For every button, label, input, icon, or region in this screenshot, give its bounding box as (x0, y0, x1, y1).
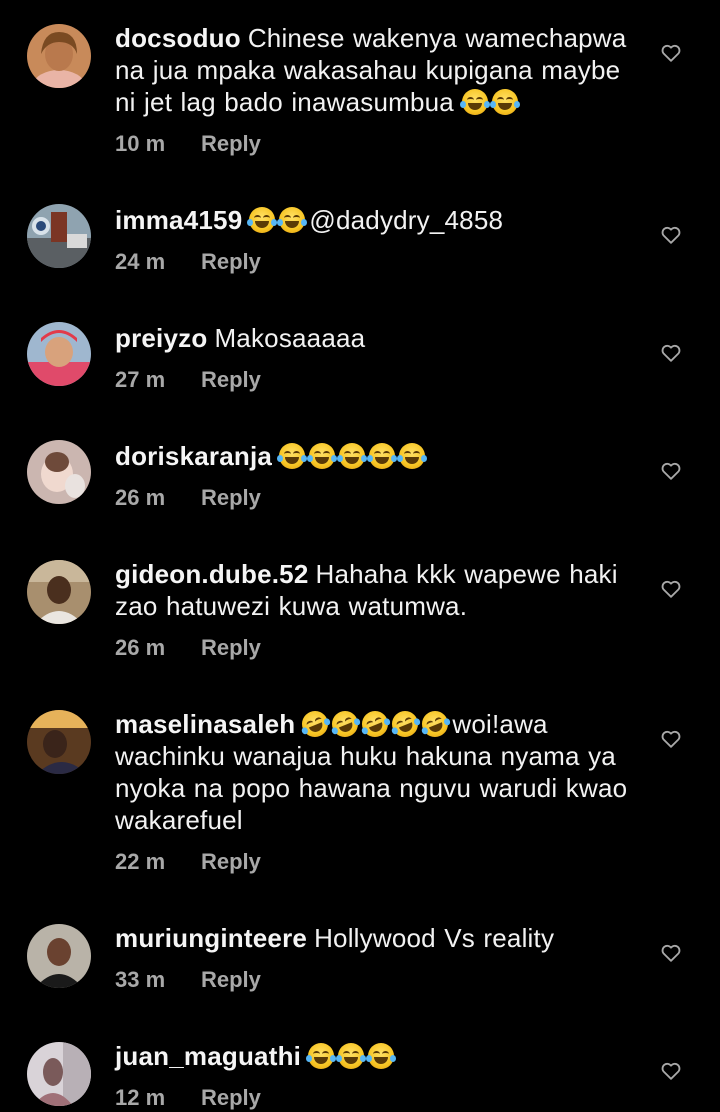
comment-body: muriunginteere Hollywood Vs reality 33 m R… (115, 922, 645, 994)
avatar[interactable] (27, 24, 91, 88)
heart-outline-icon[interactable] (660, 42, 682, 64)
reply-button[interactable]: Reply (201, 1084, 261, 1112)
comment-username[interactable]: juan_maguathi (115, 1041, 301, 1071)
heart-outline-icon[interactable] (660, 460, 682, 482)
comment-username[interactable]: imma4159 (115, 205, 242, 235)
comment-meta: 22 m Reply (115, 848, 645, 876)
comment-time: 33 m (115, 967, 166, 992)
comment-username[interactable]: docsoduo (115, 23, 241, 53)
tears-of-joy-emoji (306, 1043, 337, 1069)
comment-time: 24 m (115, 249, 166, 274)
comment-text-line: juan_maguathi (115, 1040, 645, 1072)
rolling-on-floor-laughing-emoji (298, 707, 333, 741)
comment-body: juan_maguathi 12 m Reply (115, 1040, 645, 1112)
avatar[interactable] (27, 924, 91, 988)
comment-body: imma4159 @dadydry_4858 24 m Reply (115, 204, 645, 276)
comment-text-line: imma4159 @dadydry_4858 (115, 204, 645, 236)
comment-username[interactable]: maselinasaleh (115, 709, 295, 739)
comment-meta: 12 m Reply (115, 1084, 645, 1112)
comment-username[interactable]: doriskaranja (115, 441, 272, 471)
rolling-on-floor-laughing-emoji (388, 707, 423, 741)
comment-text-line: doriskaranja (115, 440, 645, 472)
tears-of-joy-emoji (367, 443, 398, 469)
comment-body: gideon.dube.52 Hahaha kkk wapewe haki zao… (115, 558, 645, 662)
comment-text: Hollywood Vs reality (314, 923, 555, 953)
comment-body: maselinasaleh woi!awa wachinku wanajua hu… (115, 707, 645, 876)
heart-outline-icon[interactable] (660, 578, 682, 600)
tears-of-joy-emoji (460, 89, 491, 115)
rolling-on-floor-laughing-emoji (418, 707, 453, 741)
tears-of-joy-emoji (490, 89, 521, 115)
rolling-on-floor-laughing-emoji (328, 707, 363, 741)
tears-of-joy-emoji (336, 1043, 367, 1069)
comment-meta: 26 m Reply (115, 634, 645, 662)
comment-text-line: maselinasaleh woi!awa wachinku wanajua hu… (115, 707, 645, 836)
comment-meta: 24 m Reply (115, 248, 645, 276)
comment-time: 27 m (115, 367, 166, 392)
comment-text-line: docsoduo Chinese wakenya wamechapwa na ju… (115, 22, 645, 118)
comment-meta: 27 m Reply (115, 366, 645, 394)
tears-of-joy-emoji (277, 443, 308, 469)
comment-username[interactable]: muriunginteere (115, 923, 307, 953)
comment-text-line: gideon.dube.52 Hahaha kkk wapewe haki zao… (115, 558, 645, 622)
avatar[interactable] (27, 710, 91, 774)
avatar[interactable] (27, 1042, 91, 1106)
comment-time: 12 m (115, 1085, 166, 1110)
comment-time: 26 m (115, 485, 166, 510)
reply-button[interactable]: Reply (201, 366, 261, 394)
comment-time: 10 m (115, 131, 166, 156)
avatar[interactable] (27, 204, 91, 268)
avatar[interactable] (27, 322, 91, 386)
heart-outline-icon[interactable] (660, 942, 682, 964)
tears-of-joy-emoji (247, 207, 278, 233)
reply-button[interactable]: Reply (201, 966, 261, 994)
tears-of-joy-emoji (337, 443, 368, 469)
comment-text: Makosaaaaa (214, 323, 366, 353)
heart-outline-icon[interactable] (660, 342, 682, 364)
comment-text-line: muriunginteere Hollywood Vs reality (115, 922, 645, 954)
comment-body: docsoduo Chinese wakenya wamechapwa na ju… (115, 22, 645, 158)
reply-button[interactable]: Reply (201, 130, 261, 158)
rolling-on-floor-laughing-emoji (358, 707, 393, 741)
comment-mention[interactable]: @dadydry_4858 (309, 205, 503, 235)
tears-of-joy-emoji (397, 443, 428, 469)
comment-username[interactable]: preiyzo (115, 323, 207, 353)
heart-outline-icon[interactable] (660, 1060, 682, 1082)
avatar[interactable] (27, 560, 91, 624)
reply-button[interactable]: Reply (201, 484, 261, 512)
tears-of-joy-emoji (366, 1043, 397, 1069)
avatar[interactable] (27, 440, 91, 504)
tears-of-joy-emoji (307, 443, 338, 469)
comment-meta: 26 m Reply (115, 484, 645, 512)
comment-body: preiyzo Makosaaaaa 27 m Reply (115, 322, 645, 394)
reply-button[interactable]: Reply (201, 248, 261, 276)
comment-text-line: preiyzo Makosaaaaa (115, 322, 645, 354)
reply-button[interactable]: Reply (201, 848, 261, 876)
comment-username[interactable]: gideon.dube.52 (115, 559, 308, 589)
comment-meta: 10 m Reply (115, 130, 645, 158)
comment-time: 26 m (115, 635, 166, 660)
comment-meta: 33 m Reply (115, 966, 645, 994)
tears-of-joy-emoji (277, 207, 308, 233)
comment-body: doriskaranja 26 m Reply (115, 440, 645, 512)
heart-outline-icon[interactable] (660, 224, 682, 246)
reply-button[interactable]: Reply (201, 634, 261, 662)
comment-time: 22 m (115, 849, 166, 874)
heart-outline-icon[interactable] (660, 728, 682, 750)
